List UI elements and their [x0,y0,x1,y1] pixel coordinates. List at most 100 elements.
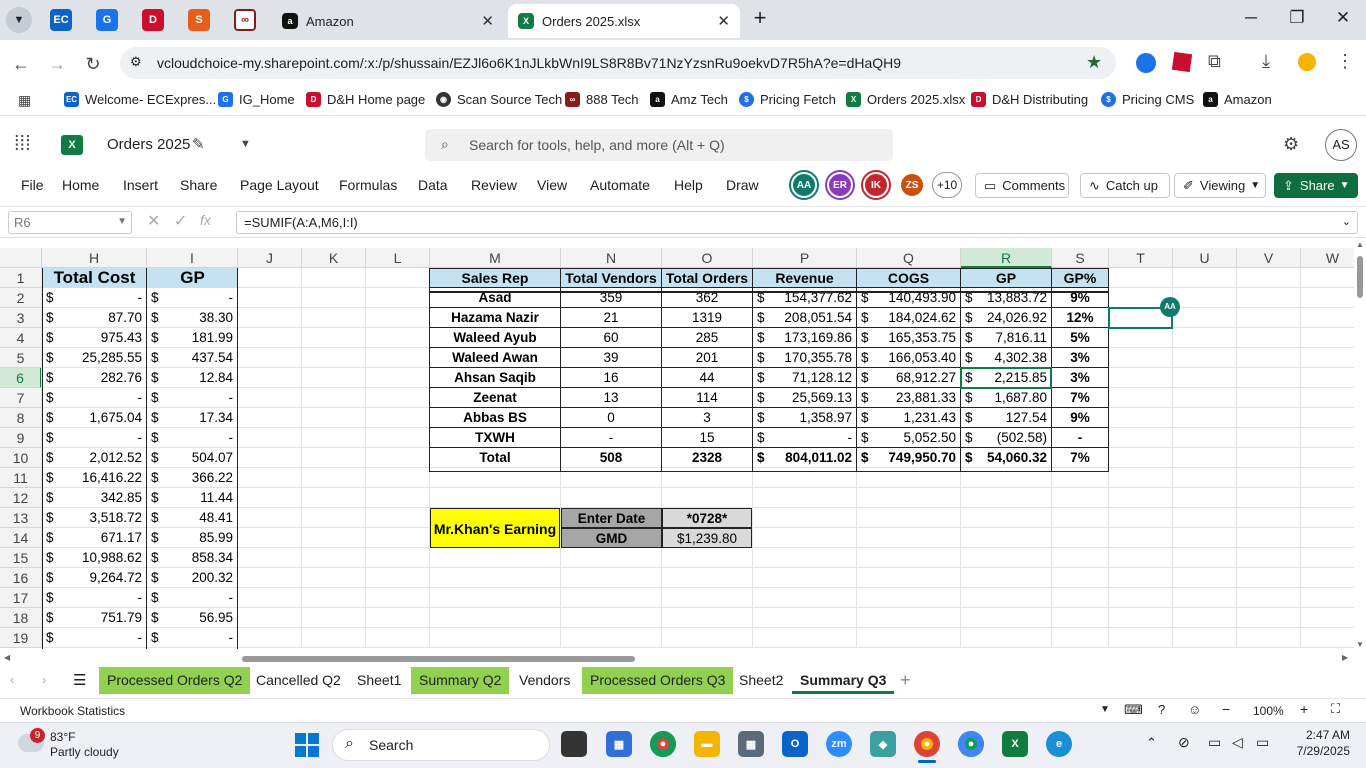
collaborator-avatar-zs[interactable]: ZS [899,172,925,198]
all-sheets-menu-icon[interactable]: ☰ [73,671,86,689]
row-header-14[interactable]: 14 [0,528,42,548]
app-launcher-icon[interactable]: ⁞⁞⁞ [14,133,31,156]
column-header-j[interactable]: J [238,248,302,268]
keyboard-icon[interactable]: ⌨ [1124,702,1143,718]
tab-share[interactable]: Share [180,177,217,193]
tab-review[interactable]: Review [471,177,517,193]
chevron-down-icon[interactable]: ▼ [240,138,251,150]
column-header-o[interactable]: O [662,248,753,268]
document-title[interactable]: Orders 2025 [107,136,190,153]
bookmark-pricing-fetch[interactable]: $ Pricing Fetch [739,92,836,107]
comments-button[interactable]: ▭ Comments [975,173,1069,198]
ecexpress-tab-icon[interactable]: EC [50,9,72,31]
row-header-6[interactable]: 6 [0,368,42,388]
download-icon[interactable]: ⤓ [1262,51,1270,72]
bookmark-star-icon[interactable]: ★ [1086,52,1102,73]
sheet-tab-7[interactable]: Summary Q3 [792,667,895,694]
clock-date[interactable]: 7/29/2025 [1280,744,1350,758]
row-header-5[interactable]: 5 [0,348,42,368]
tab-page-layout[interactable]: Page Layout [240,177,319,193]
row-header-18[interactable]: 18 [0,608,42,628]
settings-gear-icon[interactable]: ⚙ [1283,134,1299,155]
formula-input[interactable]: =SUMIF(A:A,M6,I:I) ⌄ [236,211,1358,234]
scroll-up-arrow[interactable]: ▲ [1356,240,1364,249]
row-header-12[interactable]: 12 [0,488,42,508]
puzzle-extensions-icon[interactable]: ⧉ [1208,51,1221,72]
column-header-m[interactable]: M [430,248,561,268]
row-header-9[interactable]: 9 [0,428,42,448]
next-sheet-icon[interactable]: › [42,672,46,687]
calculator-icon[interactable]: ▦ [738,731,764,757]
scroll-left-arrow[interactable]: ◀ [4,653,10,662]
bookmark-pricing-cms[interactable]: $ Pricing CMS [1101,92,1194,107]
cancel-x-icon[interactable]: ✕ [147,211,160,231]
chrome-active-icon[interactable]: ● [914,731,940,757]
bookmark-orders[interactable]: X Orders 2025.xlsx [846,92,965,107]
tray-volume-icon[interactable]: ◁ [1232,734,1243,751]
share-button[interactable]: ⇪ Share ▼ [1274,173,1358,198]
column-header-n[interactable]: N [561,248,662,268]
sheet-tab-4[interactable]: Vendors [511,667,578,694]
enter-date-label[interactable]: Enter Date [561,508,662,528]
bookmark-amz-tech[interactable]: a Amz Tech [650,92,728,107]
weather-widget[interactable]: 9 83°F Partly cloudy [16,728,136,762]
bookmark-dh-home[interactable]: D D&H Home page [306,92,425,107]
row-header-10[interactable]: 10 [0,448,42,468]
vpn-app-icon[interactable]: ◆ [870,731,896,757]
tab-home[interactable]: Home [62,177,99,193]
user-avatar[interactable]: AS [1325,129,1357,161]
tray-display-icon[interactable]: ▭ [1208,734,1221,751]
more-collaborators[interactable]: +10 [932,172,962,198]
file-explorer-icon[interactable]: ▬ [694,731,720,757]
sheet-tab-2[interactable]: Sheet1 [349,667,409,694]
bookmark-ig-home[interactable]: G IG_Home [218,92,295,107]
bookmark-dh-distributing[interactable]: D D&H Distributing [971,92,1088,107]
store-icon[interactable]: ▦ [606,731,632,757]
horizontal-scrollbar[interactable]: ◀ ▶ [0,652,1354,665]
name-box[interactable]: R6 ▼ [8,211,132,234]
column-header-r[interactable]: R [961,248,1052,268]
pdf-extension-icon[interactable] [1171,51,1193,73]
bookmark-ecexpress[interactable]: EC Welcome- ECExpres... [64,92,216,107]
fullscreen-icon[interactable]: ⛶ [1331,701,1340,717]
tab-view[interactable]: View [537,177,567,193]
task-view-icon[interactable] [561,731,587,757]
column-header-i[interactable]: I [147,248,238,268]
windows-start-icon[interactable] [295,733,319,757]
viewing-button[interactable]: ✐ Viewing ▼ [1174,173,1266,198]
row-header-8[interactable]: 8 [0,408,42,428]
hscroll-thumb[interactable] [242,656,635,662]
minimize-icon[interactable]: ─ [1236,8,1266,28]
column-header-w[interactable]: W [1301,248,1354,268]
tray-chevron-up-icon[interactable]: ⌃ [1146,735,1157,751]
row-header-1[interactable]: 1 [0,268,42,288]
maximize-icon[interactable]: ❐ [1282,8,1312,28]
menu-dots-icon[interactable]: ⋮ [1336,51,1354,72]
extension-icon[interactable] [1136,53,1156,73]
tab-formulas[interactable]: Formulas [339,177,397,193]
tab-orders[interactable]: X Orders 2025.xlsx ✕ [508,4,740,38]
sheet-tab-3[interactable]: Summary Q2 [411,667,510,694]
column-header-t[interactable]: T [1109,248,1173,268]
row-header-16[interactable]: 16 [0,568,42,588]
sheet-tab-5[interactable]: Processed Orders Q3 [582,667,734,694]
chrome-profile-icon[interactable]: ● [958,731,984,757]
bookmark-amazon[interactable]: a Amazon [1203,92,1272,107]
zoom-in-icon[interactable]: + [1300,701,1308,717]
column-header-p[interactable]: P [753,248,857,268]
row-header-4[interactable]: 4 [0,328,42,348]
apps-grid-icon[interactable]: ▦ [18,92,31,109]
column-header-k[interactable]: K [302,248,366,268]
spreadsheet-grid[interactable]: H I J K L M N O P Q R S T U V W 1 2 3 4 5 6 7 8 9 10 11 12 13 14 15 16 1… [0,248,1354,652]
vertical-scrollbar[interactable]: ▲ ▼ [1354,240,1366,652]
outlook-icon[interactable]: O [782,731,808,757]
clock-time[interactable]: 2:47 AM [1294,728,1350,742]
column-header-l[interactable]: L [366,248,430,268]
bookmark-888[interactable]: ∞ 888 Tech [565,92,639,107]
close-icon[interactable]: ✕ [481,12,494,30]
chevron-down-icon[interactable]: ⌄ [1342,215,1351,228]
zoom-app-icon[interactable]: zm [826,731,852,757]
888-tab-icon[interactable]: ∞ [234,9,256,31]
prev-sheet-icon[interactable]: ‹ [10,672,14,687]
bookmark-scansource[interactable]: ◉ Scan Source Tech [436,92,562,107]
